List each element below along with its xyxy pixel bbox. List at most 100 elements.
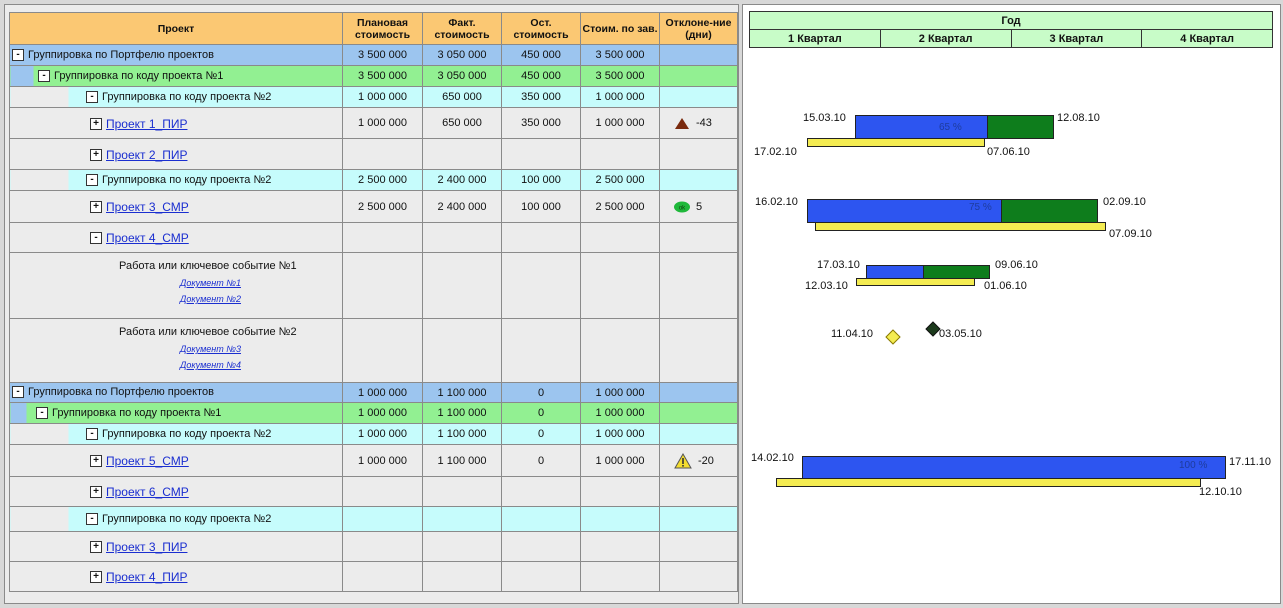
rest-cost: 100 000 <box>501 190 581 223</box>
gantt-plan-bar[interactable] <box>776 478 1201 487</box>
gantt-fact-bar[interactable] <box>866 265 924 279</box>
tree-cell: - Группировка по коду проекта №2 <box>9 423 343 445</box>
project-link[interactable]: Проект 3_ПИР <box>106 540 187 554</box>
collapse-toggle[interactable]: - <box>86 513 98 525</box>
tree-cell: - Группировка по коду проекта №1 <box>9 65 343 87</box>
gantt-date-label: 17.11.10 <box>1229 456 1272 468</box>
expand-toggle[interactable]: + <box>90 541 102 553</box>
project-link[interactable]: Проект 4_СМР <box>106 231 189 245</box>
collapse-toggle[interactable]: - <box>90 232 102 244</box>
deviation-value: 5 <box>696 200 703 213</box>
project-table: Проект Плановая стоимость Факт. стоимост… <box>9 12 738 592</box>
table-row: - Проект 4_СМР <box>9 222 738 253</box>
year-header[interactable]: Год <box>749 11 1273 30</box>
gantt-date-label: 03.05.10 <box>939 328 982 340</box>
gantt-percent: 100 % <box>1179 460 1208 471</box>
deviation-value: -20 <box>698 454 714 467</box>
completion-cost: 1 000 000 <box>580 107 660 139</box>
warning-icon <box>674 452 692 468</box>
row-label: Группировка по коду проекта №2 <box>102 91 272 103</box>
completion-cost: 1 000 000 <box>580 423 660 445</box>
expand-toggle[interactable]: + <box>90 486 102 498</box>
gantt-fact-bar[interactable] <box>802 456 1226 479</box>
expand-toggle[interactable]: + <box>90 571 102 583</box>
work-label: Работа или ключевое событие №1 <box>119 260 297 272</box>
gantt-plan-bar[interactable] <box>807 138 985 147</box>
table-row: + Проект 2_ПИР <box>9 138 738 170</box>
table-row: + Проект 1_ПИР 1 000 000 650 000 350 000… <box>9 107 738 139</box>
quarter-1-header[interactable]: 1 Квартал <box>749 29 881 48</box>
document-link[interactable]: Документ №2 <box>180 294 319 304</box>
table-row: + Проект 4_ПИР <box>9 561 738 592</box>
table-header-row: Проект Плановая стоимость Факт. стоимост… <box>9 12 738 45</box>
expand-toggle[interactable]: + <box>90 201 102 213</box>
project-link[interactable]: Проект 1_ПИР <box>106 117 187 131</box>
rest-cost: 0 <box>501 444 581 477</box>
collapse-toggle[interactable]: - <box>12 49 24 61</box>
collapse-toggle[interactable]: - <box>12 386 24 398</box>
header-rest-cost[interactable]: Ост. стоимость <box>501 12 581 45</box>
project-link[interactable]: Проект 2_ПИР <box>106 148 187 162</box>
project-link[interactable]: Проект 5_СМР <box>106 454 189 468</box>
table-row: + Проект 5_СМР 1 000 000 1 100 000 0 1 0… <box>9 444 738 477</box>
quarter-2-header[interactable]: 2 Квартал <box>879 29 1012 48</box>
table-row: - Группировка по коду проекта №2 1 000 0… <box>9 86 738 108</box>
collapse-toggle[interactable]: - <box>38 70 50 82</box>
project-link[interactable]: Проект 4_ПИР <box>106 570 187 584</box>
deviation-cell <box>659 65 738 87</box>
completion-cost: 2 500 000 <box>580 169 660 191</box>
deviation-cell: ok 5 <box>659 190 738 223</box>
collapse-toggle[interactable]: - <box>36 407 48 419</box>
fact-cost: 1 100 000 <box>422 423 502 445</box>
tree-cell: - Проект 4_СМР <box>9 222 343 253</box>
gantt-rest-bar[interactable] <box>1001 199 1098 223</box>
gantt-fact-bar[interactable] <box>855 115 988 139</box>
gantt-date-label: 14.02.10 <box>751 452 794 464</box>
rest-cost: 450 000 <box>501 44 581 66</box>
collapse-toggle[interactable]: - <box>86 174 98 186</box>
table-row: + Проект 3_СМР 2 500 000 2 400 000 100 0… <box>9 190 738 223</box>
tree-cell: - Группировка по Портфелю проектов <box>9 382 343 403</box>
gantt-plan-bar[interactable] <box>815 222 1106 231</box>
expand-toggle[interactable]: + <box>90 118 102 130</box>
gantt-plan-bar[interactable] <box>856 278 975 286</box>
tree-cell: - Группировка по Портфелю проектов <box>9 44 343 66</box>
completion-cost: 1 000 000 <box>580 402 660 424</box>
deviation-cell <box>659 423 738 445</box>
collapse-toggle[interactable]: - <box>86 91 98 103</box>
planned-milestone-icon[interactable] <box>885 329 901 345</box>
fact-cost: 3 050 000 <box>422 65 502 87</box>
collapse-toggle[interactable]: - <box>86 428 98 440</box>
document-link[interactable]: Документ №1 <box>180 278 319 288</box>
gantt-date-label: 16.02.10 <box>755 196 798 208</box>
gantt-rest-bar[interactable] <box>987 115 1054 139</box>
gantt-date-label: 15.03.10 <box>803 112 846 124</box>
tree-cell: + Проект 3_СМР <box>9 190 343 223</box>
deviation-cell: -43 <box>659 107 738 139</box>
tree-cell: + Проект 5_СМР <box>9 444 343 477</box>
tree-cell: + Проект 2_ПИР <box>9 138 343 170</box>
header-fact-cost[interactable]: Факт. стоимость <box>422 12 502 45</box>
header-plan-cost[interactable]: Плановая стоимость <box>342 12 423 45</box>
fact-cost: 650 000 <box>422 107 502 139</box>
document-link[interactable]: Документ №4 <box>180 360 319 370</box>
plan-cost: 1 000 000 <box>342 86 423 108</box>
fact-cost: 2 400 000 <box>422 190 502 223</box>
gantt-percent: 65 % <box>939 122 962 133</box>
project-link[interactable]: Проект 6_СМР <box>106 485 189 499</box>
header-project[interactable]: Проект <box>9 12 343 45</box>
tree-cell: + Проект 1_ПИР <box>9 107 343 139</box>
header-completion-cost[interactable]: Стоим. по зав. <box>580 12 660 45</box>
plan-cost: 1 000 000 <box>342 107 423 139</box>
expand-toggle[interactable]: + <box>90 455 102 467</box>
document-link[interactable]: Документ №3 <box>180 344 319 354</box>
project-link[interactable]: Проект 3_СМР <box>106 200 189 214</box>
expand-toggle[interactable]: + <box>90 149 102 161</box>
fact-cost: 650 000 <box>422 86 502 108</box>
rest-cost: 0 <box>501 402 581 424</box>
header-deviation[interactable]: Отклоне-ние (дни) <box>659 12 738 45</box>
gantt-rest-bar[interactable] <box>923 265 990 279</box>
gantt-date-label: 11.04.10 <box>831 328 874 340</box>
quarter-3-header[interactable]: 3 Квартал <box>1010 29 1143 48</box>
quarter-4-header[interactable]: 4 Квартал <box>1141 29 1273 48</box>
